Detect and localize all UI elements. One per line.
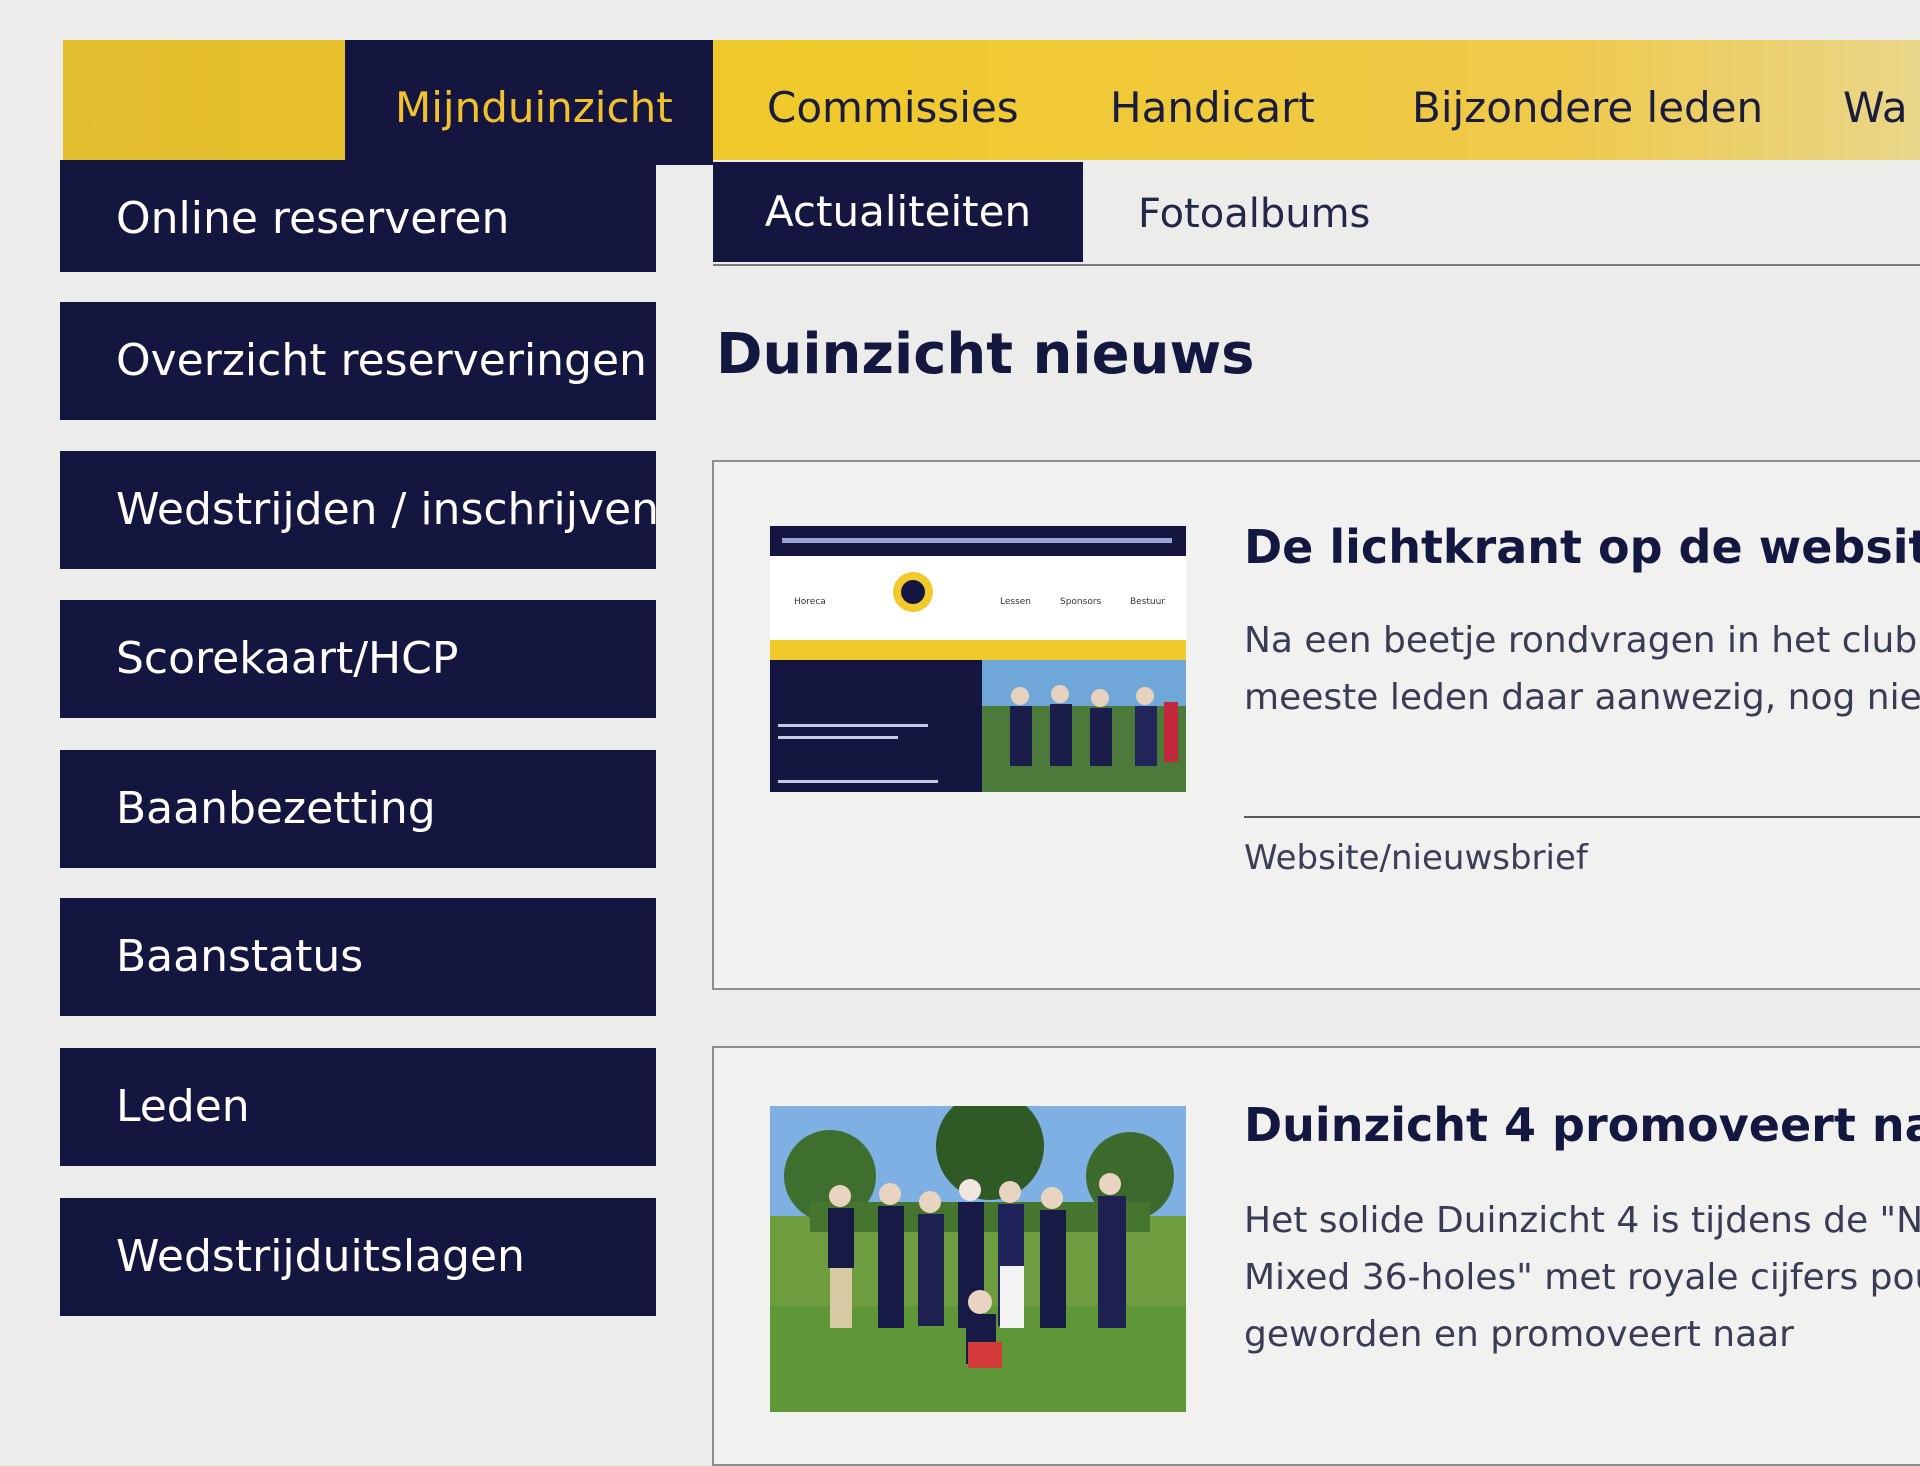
top-nav-item-bijzondere-leden[interactable]: Bijzondere leden bbox=[1412, 40, 1763, 160]
page-title: Duinzicht nieuws bbox=[716, 322, 1255, 387]
team-photo-thumbnail bbox=[770, 1106, 1186, 1412]
thumb-nav-lessen: Lessen bbox=[1000, 597, 1031, 607]
top-nav-item-commissies[interactable]: Commissies bbox=[767, 40, 1019, 160]
news-card[interactable]: Duinzicht 4 promoveert naar Het solide D… bbox=[712, 1046, 1920, 1466]
top-nav-item-mijnduinzicht[interactable]: Mijnduinzicht bbox=[395, 40, 673, 160]
thumb-nav-sponsors: Sponsors bbox=[1060, 597, 1102, 607]
article-title[interactable]: Duinzicht 4 promoveert naar bbox=[1244, 1098, 1920, 1152]
article-category-link[interactable]: Website/nieuwsbrief bbox=[1244, 838, 1588, 878]
sidebar-item-overzicht-reserveringen[interactable]: Overzicht reserveringen bbox=[60, 302, 656, 420]
article-thumbnail[interactable]: Horeca Lessen Sponsors Bestuur bbox=[770, 526, 1186, 792]
sub-nav-item-actualiteiten[interactable]: Actualiteiten bbox=[713, 162, 1083, 262]
top-nav-item-handicart[interactable]: Handicart bbox=[1110, 40, 1315, 160]
article-excerpt-line: meeste leden daar aanwezig, nog niet bbox=[1244, 677, 1920, 718]
news-card[interactable]: Horeca Lessen Sponsors Bestuur De lichtk… bbox=[712, 460, 1920, 990]
website-screenshot-thumbnail: Horeca Lessen Sponsors Bestuur bbox=[770, 526, 1186, 792]
article-title[interactable]: De lichtkrant op de website bbox=[1244, 520, 1920, 574]
article-excerpt-line: Na een beetje rondvragen in het clubhu bbox=[1244, 620, 1920, 661]
sub-nav-item-fotoalbums[interactable]: Fotoalbums bbox=[1138, 162, 1370, 262]
thumb-nav-horeca: Horeca bbox=[794, 597, 826, 607]
sidebar-item-wedstrijden-inschrijven[interactable]: Wedstrijden / inschrijven bbox=[60, 451, 659, 569]
article-excerpt-line: Het solide Duinzicht 4 is tijdens de "NG bbox=[1244, 1200, 1920, 1241]
top-nav-item-wa[interactable]: Wa bbox=[1843, 40, 1908, 160]
sidebar-item-baanbezetting[interactable]: Baanbezetting bbox=[60, 750, 656, 868]
thumb-nav-bestuur: Bestuur bbox=[1130, 597, 1165, 607]
article-excerpt-line: Mixed 36-holes" met royale cijfers poul bbox=[1244, 1257, 1920, 1298]
sidebar-item-scorekaart-hcp[interactable]: Scorekaart/HCP bbox=[60, 600, 656, 718]
article-thumbnail[interactable] bbox=[770, 1106, 1186, 1412]
sidebar-item-leden[interactable]: Leden bbox=[60, 1048, 656, 1166]
sub-nav-divider bbox=[713, 264, 1920, 266]
sidebar-item-wedstrijduitslagen[interactable]: Wedstrijduitslagen bbox=[60, 1198, 656, 1316]
article-excerpt-line: geworden en promoveert naar bbox=[1244, 1314, 1794, 1355]
sidebar-item-baanstatus[interactable]: Baanstatus bbox=[60, 898, 656, 1016]
article-divider bbox=[1244, 816, 1920, 818]
sidebar-item-online-reserveren[interactable]: Online reserveren bbox=[60, 160, 656, 272]
